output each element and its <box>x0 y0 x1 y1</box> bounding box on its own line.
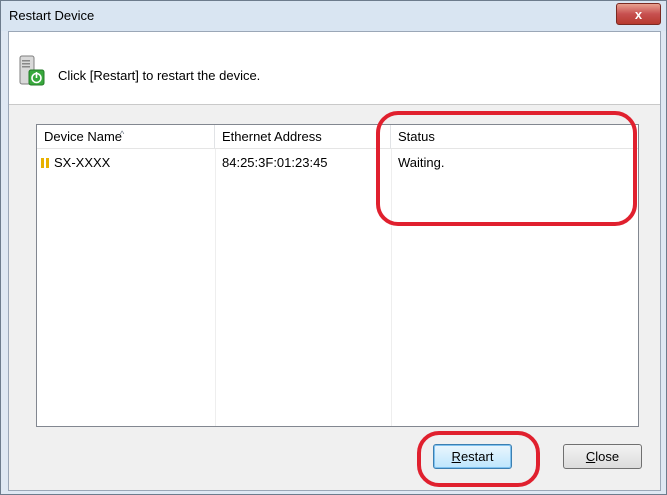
dialog-header: Click [Restart] to restart the device. <box>9 32 660 105</box>
device-restart-icon <box>19 55 45 86</box>
column-header-device-name[interactable]: Device Name ^ <box>37 125 215 149</box>
status-highlight-annotation <box>376 111 637 226</box>
title-bar: Restart Device x <box>1 1 666 31</box>
device-icon <box>41 158 44 168</box>
column-header-device-name-label: Device Name <box>44 129 123 144</box>
instruction-text: Click [Restart] to restart the device. <box>58 68 261 83</box>
device-name-text: SX-XXXX <box>54 155 111 170</box>
restart-device-dialog: Restart Device x Click [Restart] to rest… <box>0 0 667 495</box>
ethernet-address-cell: 84:25:3F:01:23:45 <box>222 155 328 170</box>
dialog-body: Click [Restart] to restart the device. D… <box>8 31 661 491</box>
restart-highlight-annotation <box>417 431 540 487</box>
device-name-cell: SX-XXXX <box>41 153 110 173</box>
column-divider <box>215 149 216 426</box>
close-button-label: lose <box>595 449 620 464</box>
device-icon <box>46 158 49 168</box>
close-window-button[interactable]: x <box>616 3 661 25</box>
column-header-ethernet-address[interactable]: Ethernet Address <box>215 125 391 149</box>
close-button[interactable]: Close <box>563 444 642 469</box>
sort-ascending-icon: ^ <box>120 129 125 139</box>
window-title: Restart Device <box>9 8 95 23</box>
close-mnemonic: C <box>585 449 596 464</box>
